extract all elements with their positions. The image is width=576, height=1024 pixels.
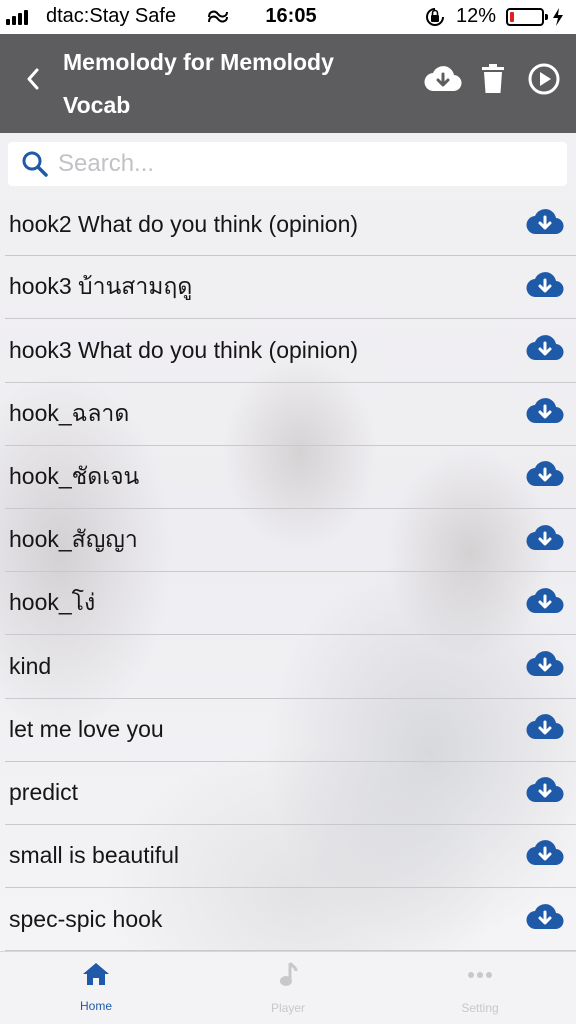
battery-icon	[506, 8, 548, 26]
download-button[interactable]	[526, 335, 564, 365]
list-item-label: let me love you	[9, 716, 164, 743]
cloud-download-icon	[526, 838, 564, 873]
tab-setting[interactable]: Setting	[384, 952, 576, 1024]
download-button[interactable]	[526, 712, 564, 747]
battery-percent: 12%	[456, 5, 497, 27]
list-item-label: hook_ฉลาด	[9, 399, 130, 426]
charging-bolt-icon	[552, 7, 564, 33]
tab-player-label: Player	[270, 1001, 305, 1015]
list-item-label: kind	[9, 652, 52, 679]
download-button[interactable]	[526, 396, 564, 431]
tab-player[interactable]: Player	[192, 952, 384, 1024]
cloud-download-icon	[526, 207, 564, 242]
list-item-label: hook_สัญญา	[9, 526, 138, 553]
search-input[interactable]	[58, 150, 567, 178]
download-button[interactable]	[526, 586, 564, 621]
download-button[interactable]	[526, 838, 564, 873]
cloud-download-icon	[526, 396, 564, 431]
list-item[interactable]: predict	[5, 762, 576, 825]
cloud-download-icon	[526, 523, 564, 558]
header-bar: Memolody for Memolody Vocab	[0, 27, 576, 133]
download-button[interactable]	[526, 459, 564, 494]
cloud-download-icon	[526, 902, 564, 937]
download-button[interactable]	[526, 775, 564, 810]
status-bar: dtac:Stay Safe 16:05 12%	[0, 0, 576, 34]
list-item[interactable]: small is beautiful	[5, 825, 576, 889]
list-item-label: hook3 What do you think (opinion)	[9, 336, 359, 363]
cloud-download-icon	[526, 775, 564, 810]
cloud-download-icon	[526, 649, 564, 684]
tab-setting-label: Setting	[461, 1001, 499, 1015]
delete-button[interactable]	[473, 63, 513, 99]
download-button[interactable]	[526, 902, 564, 937]
list-item[interactable]: hook_ชัดเจน	[5, 446, 576, 509]
cloud-download-icon	[526, 333, 564, 368]
list-item[interactable]: hook2 What do you think (opinion)	[5, 193, 576, 257]
download-all-button[interactable]	[423, 63, 463, 99]
download-button[interactable]	[526, 207, 564, 242]
back-button[interactable]	[18, 63, 48, 99]
list-item[interactable]: hook3 บ้านสามฤดู	[5, 256, 576, 320]
chevron-left-icon	[26, 68, 40, 95]
download-button[interactable]	[526, 523, 564, 558]
list-item[interactable]: hook_ฉลาด	[5, 383, 576, 446]
cloud-download-icon	[526, 459, 564, 494]
play-all-button[interactable]	[524, 63, 564, 99]
trash-icon	[481, 63, 505, 99]
download-button[interactable]	[526, 270, 564, 305]
song-list: hook2 What do you think (opinion) hook3 บ…	[0, 193, 576, 952]
battery-level-fill	[510, 12, 514, 22]
cloud-download-icon	[526, 586, 564, 621]
search-icon	[21, 150, 49, 178]
list-item-label: hook3 บ้านสามฤดู	[9, 273, 193, 300]
tab-home[interactable]: Home	[0, 952, 192, 1024]
cloud-download-icon	[424, 64, 462, 99]
list-item-label: spec-spic hook	[9, 905, 163, 932]
more-dots-icon	[466, 962, 494, 993]
list-item[interactable]: spec-spic hook	[5, 888, 576, 952]
search-bar	[8, 142, 567, 186]
tab-home-label: Home	[79, 999, 112, 1013]
list-item[interactable]: hook3 What do you think (opinion)	[5, 319, 576, 383]
list-item-label: predict	[9, 779, 79, 806]
list-item[interactable]: kind	[5, 635, 576, 699]
list-item[interactable]: let me love you	[5, 699, 576, 762]
list-item-label: small is beautiful	[9, 842, 180, 869]
cloud-download-icon	[526, 270, 564, 305]
list-item-label: hook_โง่	[9, 589, 96, 616]
list-item[interactable]: hook_สัญญา	[5, 509, 576, 573]
download-button[interactable]	[526, 651, 564, 681]
play-circle-icon	[528, 63, 560, 100]
music-note-icon	[278, 962, 298, 993]
list-item[interactable]: hook_โง่	[5, 572, 576, 636]
tab-bar: Home Player Setting	[0, 951, 576, 1024]
list-item-label: hook2 What do you think (opinion)	[9, 210, 359, 237]
orientation-lock-icon	[424, 7, 446, 33]
home-icon	[82, 962, 110, 991]
list-item-label: hook_ชัดเจน	[9, 462, 140, 489]
page-title: Memolody for Memolody Vocab	[63, 49, 334, 118]
cloud-download-icon	[526, 712, 564, 747]
